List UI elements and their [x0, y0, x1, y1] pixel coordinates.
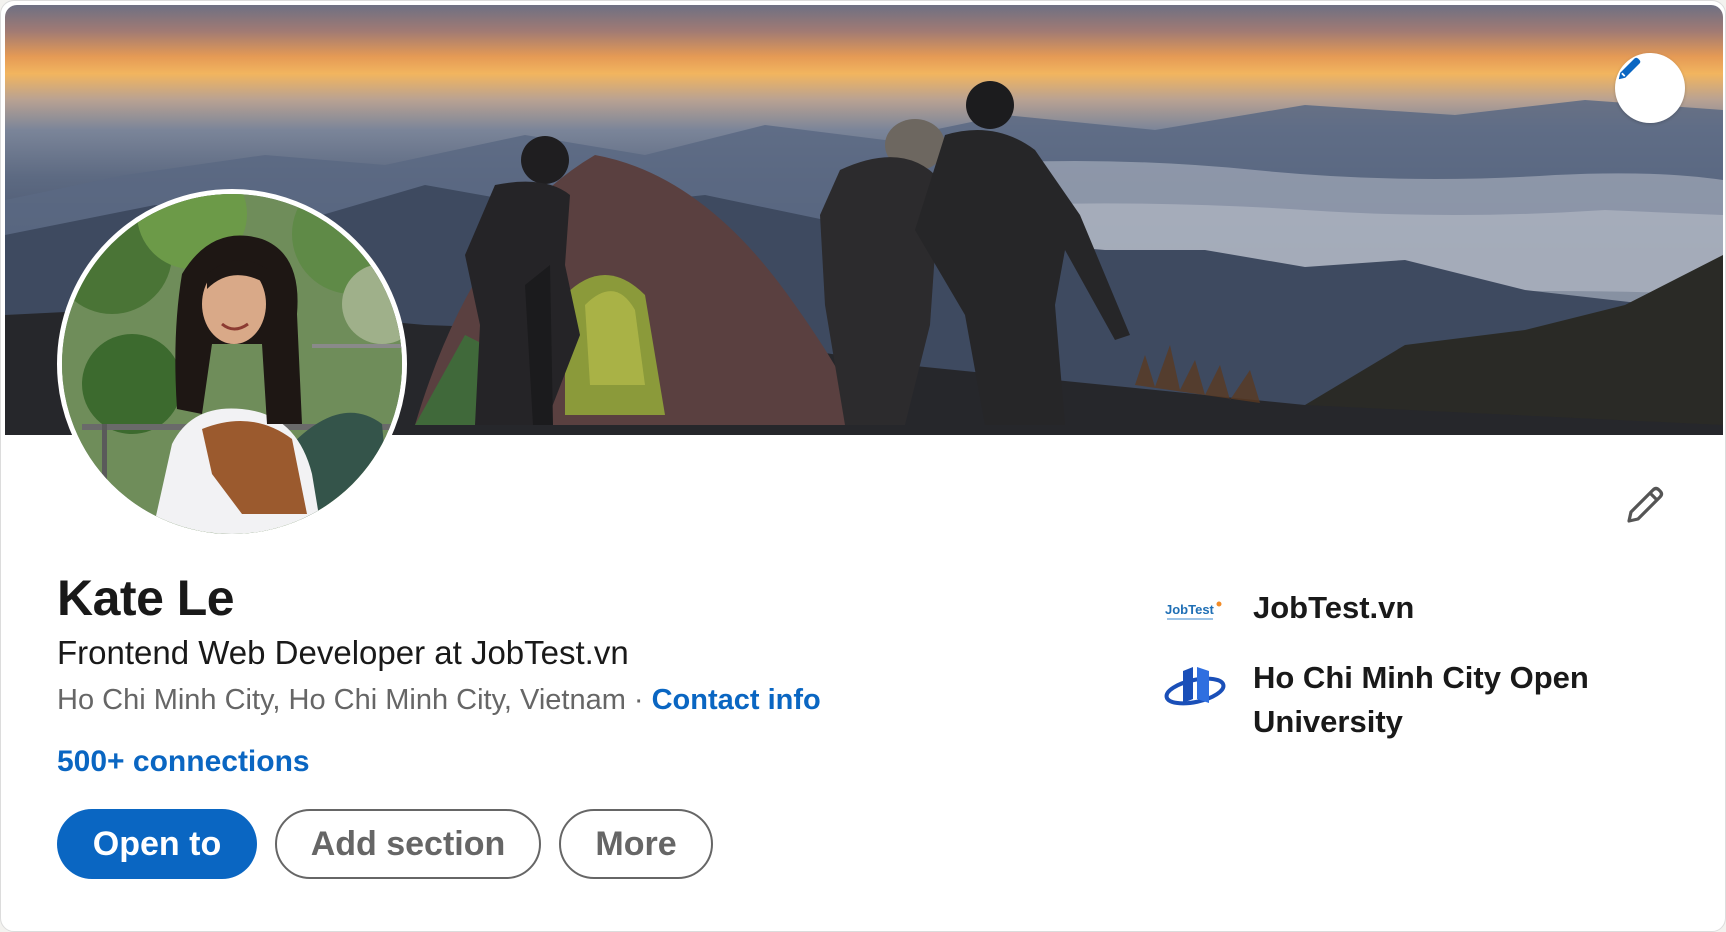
company-name: JobTest.vn: [1253, 590, 1415, 625]
open-to-button[interactable]: Open to: [57, 809, 257, 879]
company-logo: JobTest: [1163, 581, 1227, 645]
location-line: Ho Chi Minh City, Ho Chi Minh City, Viet…: [57, 684, 821, 717]
more-button[interactable]: More: [559, 809, 713, 879]
school-logo: [1163, 656, 1227, 720]
logo-wordmark: JobTest: [1165, 602, 1215, 617]
pencil-outline-icon: [1627, 486, 1664, 523]
add-section-button[interactable]: Add section: [275, 809, 541, 879]
school-name: Ho Chi Minh City Open University: [1253, 660, 1589, 739]
connections-link[interactable]: 500+ connections: [57, 745, 310, 779]
jobtest-logo-icon: JobTest: [1165, 601, 1222, 620]
profile-photo-illustration: [62, 194, 402, 534]
pencil-icon: [1618, 57, 1641, 80]
edit-intro-button[interactable]: [1615, 475, 1675, 535]
location-separator: ·: [633, 684, 644, 716]
profile-name: Kate Le: [57, 570, 235, 626]
profile-top-card: Kate Le Frontend Web Developer at JobTes…: [0, 0, 1726, 932]
profile-photo[interactable]: [57, 189, 407, 539]
profile-headline: Frontend Web Developer at JobTest.vn: [57, 634, 629, 671]
contact-info-link[interactable]: Contact info: [652, 684, 821, 716]
school-link[interactable]: Ho Chi Minh City Open University: [1163, 656, 1613, 744]
profile-location: Ho Chi Minh City, Ho Chi Minh City, Viet…: [57, 684, 626, 716]
current-company-link[interactable]: JobTest JobTest.vn: [1163, 581, 1414, 645]
edit-cover-button[interactable]: [1615, 53, 1685, 123]
open-university-logo-icon: [1164, 667, 1226, 706]
